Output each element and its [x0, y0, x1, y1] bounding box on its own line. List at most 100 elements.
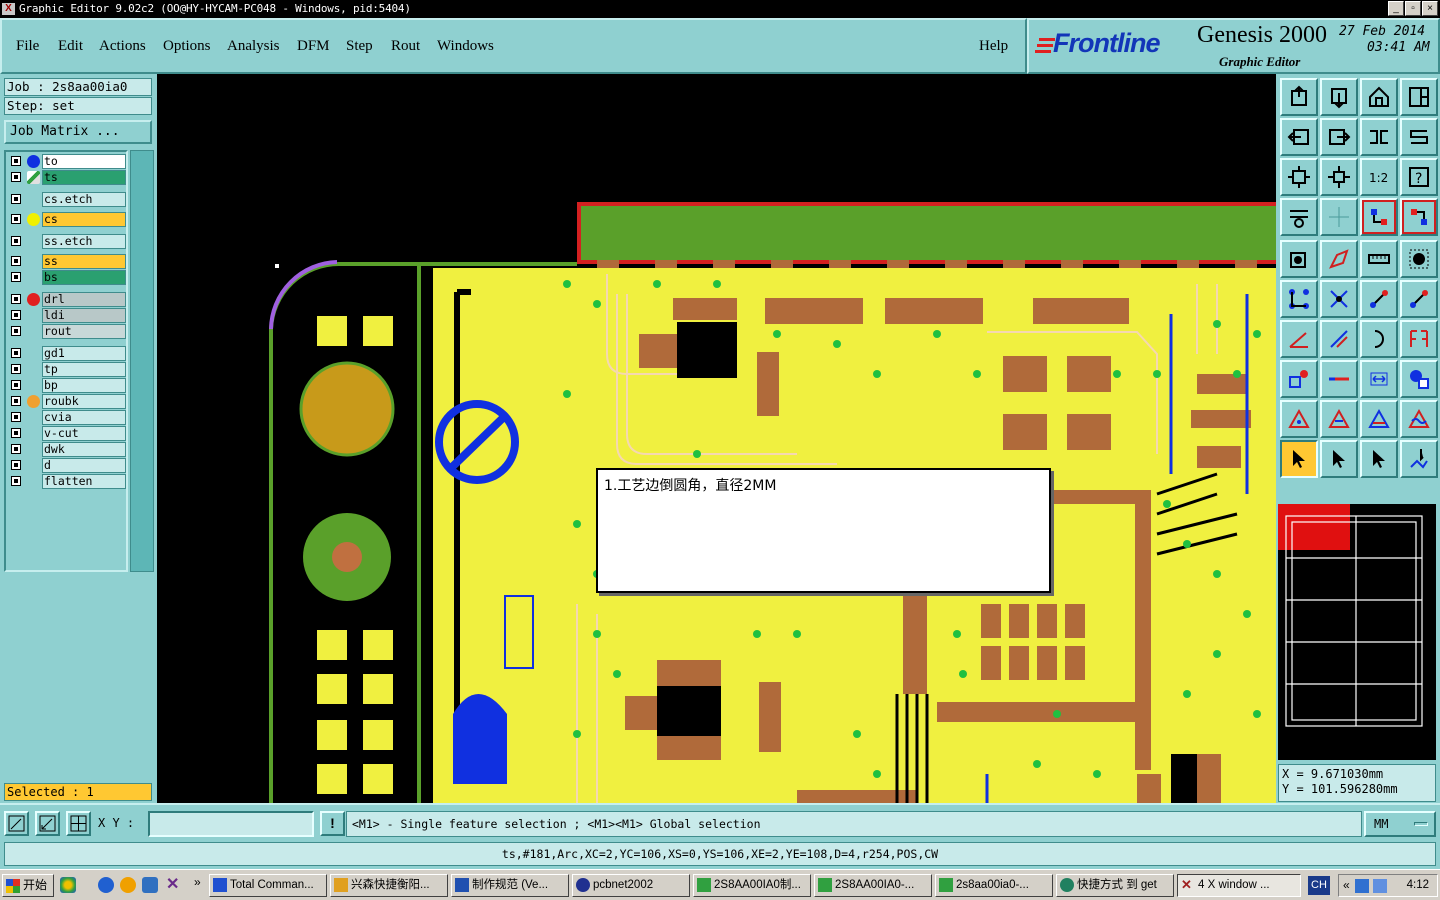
layer-checkbox[interactable]	[11, 326, 21, 336]
select-add-icon[interactable]	[1320, 440, 1358, 478]
home-icon[interactable]	[1360, 78, 1398, 116]
add-surface-icon[interactable]	[1320, 240, 1358, 278]
help-query-icon[interactable]: ?	[1400, 158, 1438, 196]
menu-step[interactable]: Step	[346, 38, 373, 55]
layer-checkbox[interactable]	[11, 428, 21, 438]
layer-row-tp[interactable]: tp	[8, 362, 126, 377]
layer-checkbox[interactable]	[11, 214, 21, 224]
close-button[interactable]: ×	[1422, 1, 1438, 16]
move-feature-icon[interactable]	[1280, 360, 1318, 398]
layer-row-ss-etch[interactable]: ss.etch	[8, 234, 126, 249]
net-select-icon[interactable]	[1280, 280, 1318, 318]
pan-left-icon[interactable]	[1280, 118, 1318, 156]
layer-list-scrollbar[interactable]	[130, 150, 154, 572]
menu-help[interactable]: Help	[979, 38, 1008, 55]
zoom-center-icon[interactable]	[1320, 158, 1358, 196]
window-layout-icon[interactable]	[1400, 78, 1438, 116]
clock-app-icon[interactable]	[120, 877, 136, 893]
snap-settings-icon[interactable]	[1280, 198, 1318, 236]
zoom-1to1-icon[interactable]: 1:2	[1360, 158, 1398, 196]
layer-checkbox[interactable]	[11, 256, 21, 266]
x-server-icon[interactable]: ✕	[166, 877, 182, 893]
clock[interactable]: 4:12	[1407, 879, 1429, 891]
xy-input[interactable]	[148, 811, 314, 837]
units-dropdown[interactable]: MM	[1364, 811, 1436, 837]
task-spec-doc[interactable]: 制作规范 (Ve...	[451, 874, 569, 897]
language-indicator[interactable]: CH	[1308, 876, 1330, 895]
layer-row-cs[interactable]: cs	[8, 212, 126, 227]
add-pad-icon[interactable]	[1280, 240, 1318, 278]
layer-row-ss[interactable]: ss	[8, 254, 126, 269]
layer-checkbox[interactable]	[11, 364, 21, 374]
copy-shapes-icon[interactable]	[1400, 360, 1438, 398]
task-shortcut-get[interactable]: 快捷方式 到 get	[1056, 874, 1174, 897]
triangle-line-icon[interactable]	[1320, 400, 1358, 438]
graphic-canvas[interactable]: 1.工艺边倒圆角，直径2MM	[157, 74, 1276, 803]
layer-row-bp[interactable]: bp	[8, 378, 126, 393]
netlist-icon[interactable]	[1400, 198, 1438, 236]
restore-button[interactable]: ▫	[1405, 1, 1421, 16]
layer-checkbox[interactable]	[11, 194, 21, 204]
rotate-icon[interactable]	[1360, 320, 1398, 358]
layer-row-roubk[interactable]: roubk	[8, 394, 126, 409]
mirror-icon[interactable]	[1360, 118, 1398, 156]
task-excel-2[interactable]: 2S8AA00IA0-...	[814, 874, 932, 897]
layer-row-cs-etch[interactable]: cs.etch	[8, 192, 126, 207]
layer-row-ts[interactable]: ts	[8, 170, 126, 185]
triangle-add-icon[interactable]	[1280, 400, 1318, 438]
job-matrix-button[interactable]: Job Matrix ...	[4, 120, 152, 144]
connectivity-icon[interactable]	[1360, 198, 1398, 236]
layer-row-dwk[interactable]: dwk	[8, 442, 126, 457]
layer-row-ldi[interactable]: ldi	[8, 308, 126, 323]
layer-row-v-cut[interactable]: v-cut	[8, 426, 126, 441]
triangle-wave-icon[interactable]	[1400, 400, 1438, 438]
layer-checkbox[interactable]	[11, 236, 21, 246]
menu-dfm[interactable]: DFM	[297, 38, 330, 55]
layer-row-cvia[interactable]: cvia	[8, 410, 126, 425]
zoom-home-icon[interactable]	[1280, 78, 1318, 116]
task-pcbnet[interactable]: pcbnet2002	[572, 874, 690, 897]
layer-row-drl[interactable]: drl	[8, 292, 126, 307]
annotation-note[interactable]: 1.工艺边倒圆角，直径2MM	[596, 468, 1051, 593]
layer-checkbox[interactable]	[11, 172, 21, 182]
cross-select-icon[interactable]	[1320, 280, 1358, 318]
menu-edit[interactable]: Edit	[58, 38, 83, 55]
layer-row-rout[interactable]: rout	[8, 324, 126, 339]
layer-row-bs[interactable]: bs	[8, 270, 126, 285]
select-pad-icon[interactable]	[1400, 240, 1438, 278]
pan-right-icon[interactable]	[1320, 118, 1358, 156]
layer-checkbox[interactable]	[11, 156, 21, 166]
menu-options[interactable]: Options	[163, 38, 211, 55]
layer-checkbox[interactable]	[11, 272, 21, 282]
layer-row-gd1[interactable]: gd1	[8, 346, 126, 361]
select-net-icon[interactable]	[1400, 440, 1438, 478]
draw-line-icon[interactable]	[1320, 320, 1358, 358]
zoom-fit-icon[interactable]	[1280, 158, 1318, 196]
task-excel-1[interactable]: 2S8AA00IA0制...	[693, 874, 811, 897]
menu-windows[interactable]: Windows	[437, 38, 494, 55]
layer-checkbox[interactable]	[11, 460, 21, 470]
select-cursor-icon[interactable]	[1280, 440, 1318, 478]
task-xingsen[interactable]: 兴森快捷衡阳...	[330, 874, 448, 897]
minimize-button[interactable]: _	[1388, 1, 1404, 16]
alert-button[interactable]: !	[320, 811, 345, 836]
tray-expand[interactable]: «	[1343, 878, 1350, 892]
browser-icon[interactable]	[142, 877, 158, 893]
menu-rout[interactable]: Rout	[391, 38, 420, 55]
arc-select-icon[interactable]	[1400, 280, 1438, 318]
menu-analysis[interactable]: Analysis	[227, 38, 280, 55]
measure-ruler-icon[interactable]	[1360, 240, 1398, 278]
menu-file[interactable]: File	[16, 38, 39, 55]
layer-checkbox[interactable]	[11, 348, 21, 358]
menu-actions[interactable]: Actions	[99, 38, 146, 55]
resize-icon[interactable]	[1320, 360, 1358, 398]
layer-checkbox[interactable]	[11, 380, 21, 390]
pan-down-icon[interactable]	[1320, 78, 1358, 116]
layer-checkbox[interactable]	[11, 310, 21, 320]
ie-icon[interactable]	[98, 877, 114, 893]
redraw-icon[interactable]	[1400, 118, 1438, 156]
flip-icon[interactable]	[1400, 320, 1438, 358]
grid-snap-icon[interactable]	[66, 811, 91, 836]
layer-checkbox[interactable]	[11, 294, 21, 304]
overview-minimap[interactable]	[1278, 504, 1436, 760]
